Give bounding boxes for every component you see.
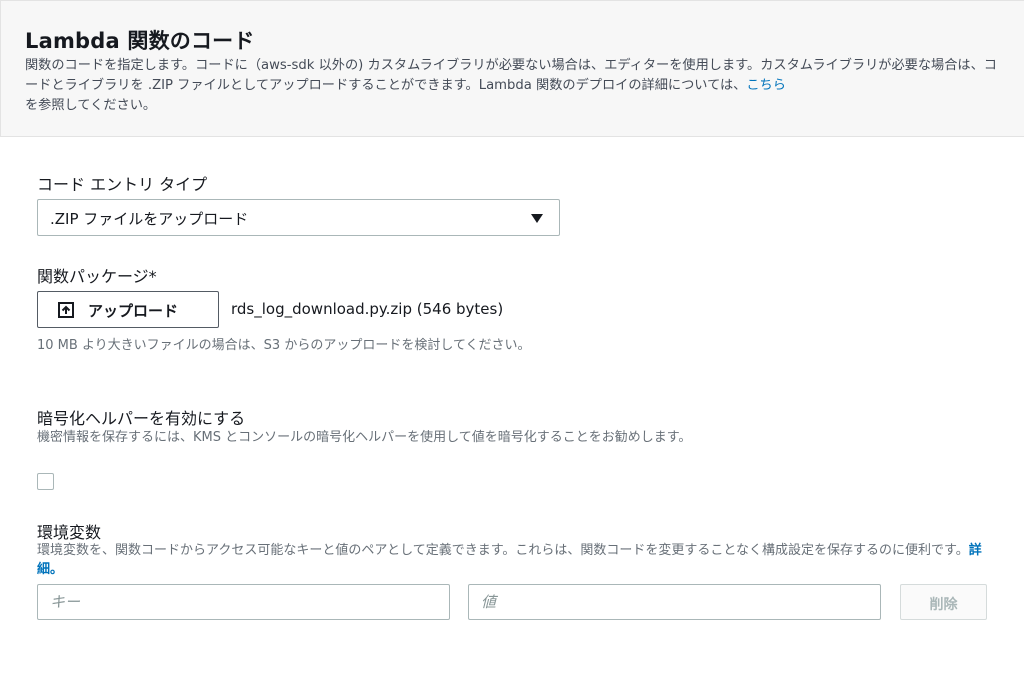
delete-button[interactable]: 削除 [900,584,987,620]
code-panel-header: Lambda 関数のコード 関数のコードを指定します。コードに（aws-sdk … [0,0,1024,137]
details-link[interactable]: こちら [746,78,786,93]
encryption-helper-checkbox[interactable] [37,473,54,490]
env-vars-description-text: 環境変数を、関数コードからアクセス可能なキーと値のペアとして定義できます。これら… [37,543,969,558]
package-size-hint: 10 MB より大きいファイルの場合は、S3 からのアップロードを検討してくださ… [37,338,531,353]
upload-button[interactable]: アップロード [37,291,219,328]
function-package-label: 関数パッケージ* [37,267,157,286]
uploaded-file-name: rds_log_download.py.zip (546 bytes) [231,300,504,318]
env-vars-label: 環境変数 [37,523,102,542]
code-entry-type-select[interactable]: .ZIP ファイルをアップロード [37,199,560,236]
env-value-input[interactable] [469,585,880,619]
env-vars-description: 環境変数を、関数コードからアクセス可能なキーと値のペアとして定義できます。これら… [37,541,987,579]
panel-description-text: 関数のコードを指定します。コードに（aws-sdk 以外の) カスタムライブラリ… [25,58,997,93]
upload-button-label: アップロード [88,302,179,320]
upload-icon [58,302,74,318]
encryption-helper-label: 暗号化ヘルパーを有効にする [37,409,246,428]
panel-description-tail: を参照してください。 [25,98,157,113]
delete-button-label: 削除 [929,597,958,613]
env-key-field[interactable] [37,584,450,620]
code-entry-type-label: コード エントリ タイプ [37,175,208,194]
panel-description: 関数のコードを指定します。コードに（aws-sdk 以外の) カスタムライブラリ… [25,56,1000,116]
panel-title: Lambda 関数のコード [25,29,255,53]
encryption-helper-description: 機密情報を保存するには、KMS とコンソールの暗号化ヘルパーを使用して値を暗号化… [37,430,692,445]
env-value-field[interactable] [468,584,881,620]
caret-down-icon [531,214,543,223]
code-entry-type-value: .ZIP ファイルをアップロード [50,210,249,228]
env-key-input[interactable] [38,585,449,619]
